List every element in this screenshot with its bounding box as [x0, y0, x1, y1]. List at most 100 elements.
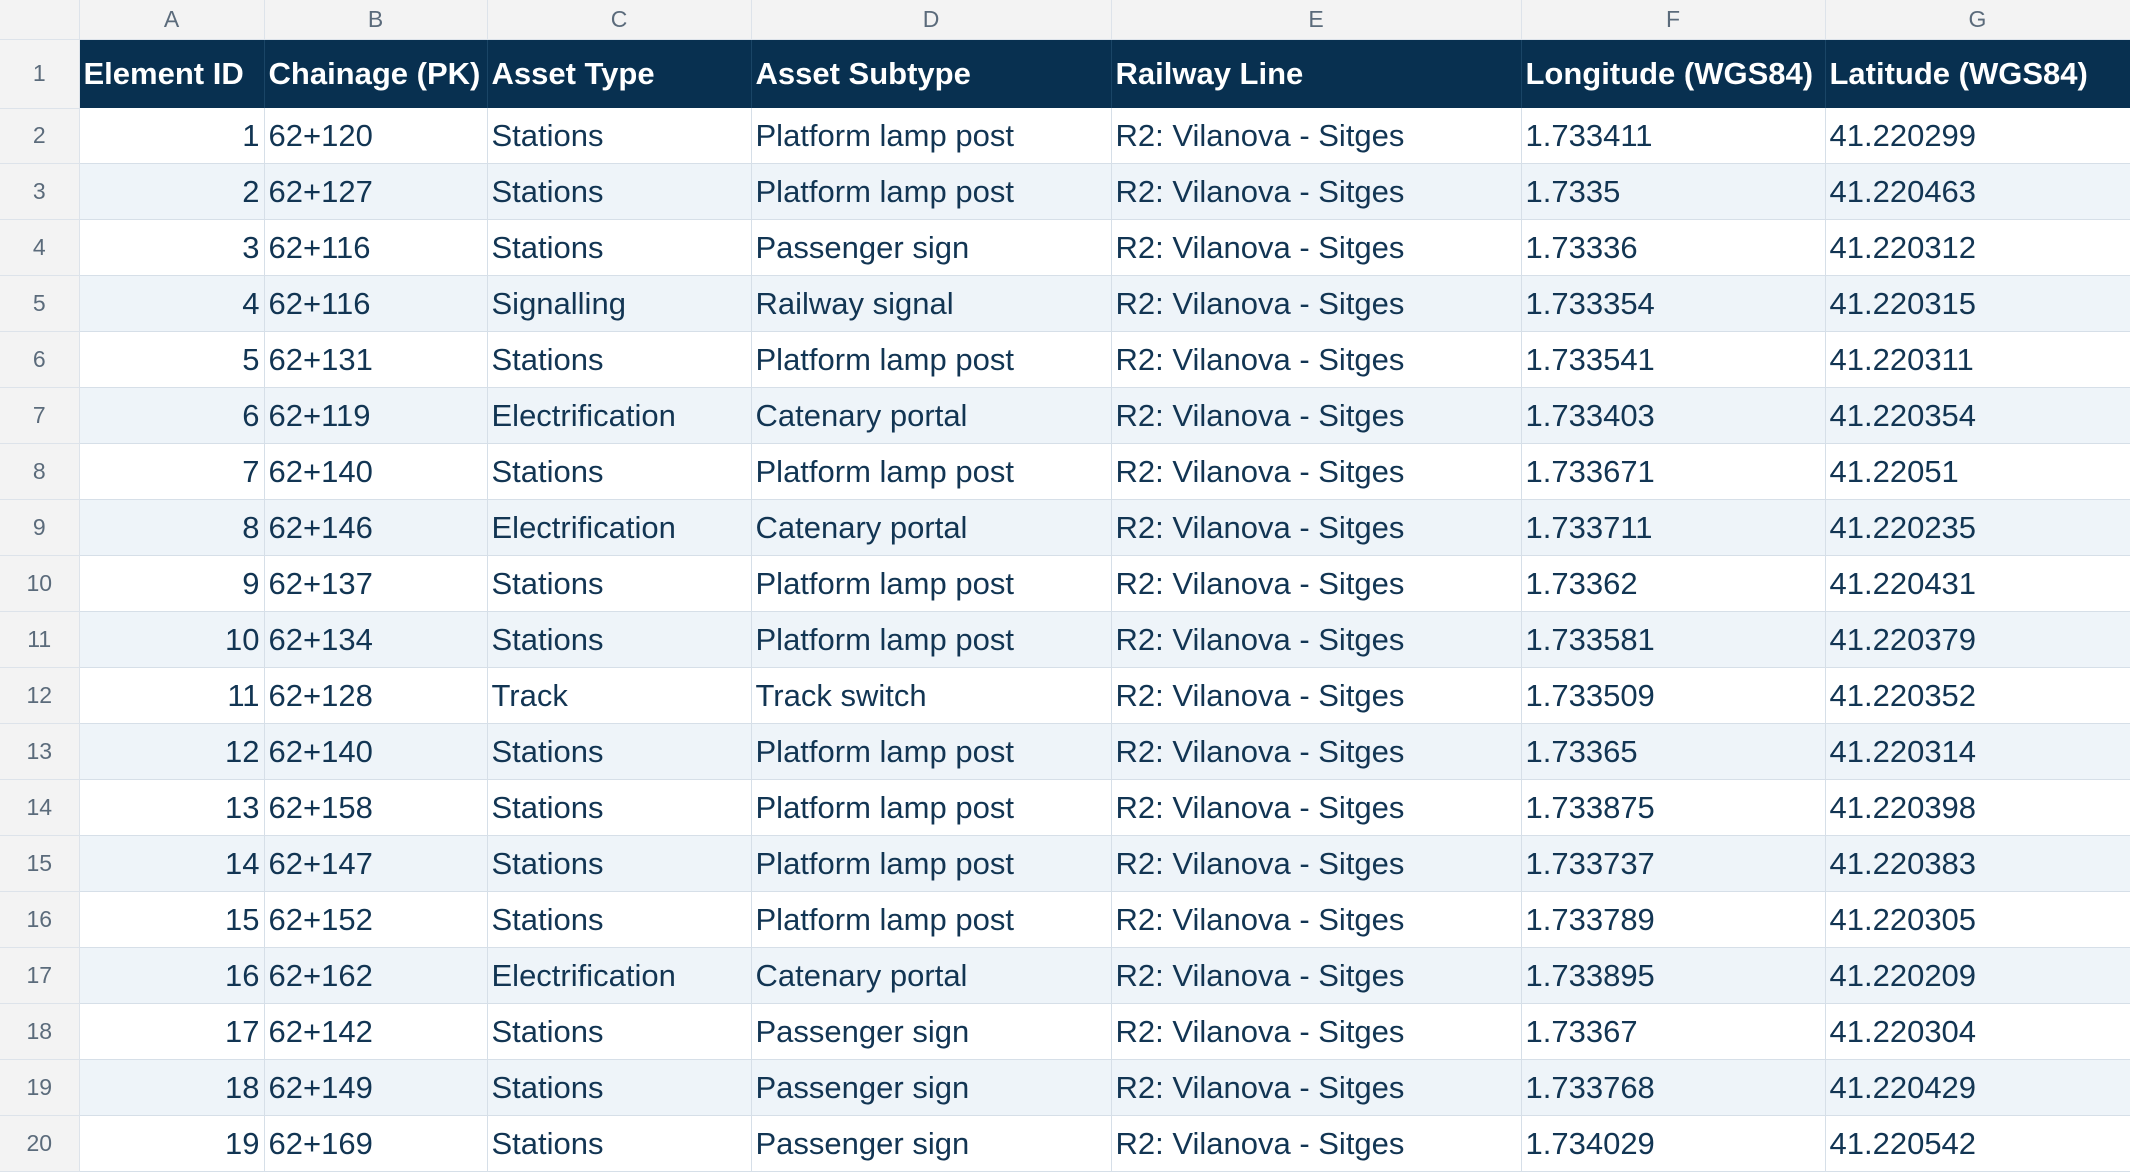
column-header-d[interactable]: D [751, 0, 1112, 40]
cell-asset-type[interactable]: Stations [487, 163, 752, 220]
cell-chainage[interactable]: 62+147 [264, 835, 488, 892]
cell-chainage[interactable]: 62+140 [264, 443, 488, 500]
row-number[interactable]: 2 [0, 108, 80, 164]
cell-element-id[interactable]: 13 [79, 779, 265, 836]
cell-asset-type[interactable]: Electrification [487, 387, 752, 444]
cell-asset-subtype[interactable]: Platform lamp post [751, 891, 1112, 948]
cell-chainage[interactable]: 62+116 [264, 275, 488, 332]
cell-asset-subtype[interactable]: Passenger sign [751, 219, 1112, 276]
cell-asset-subtype[interactable]: Platform lamp post [751, 108, 1112, 164]
row-number[interactable]: 8 [0, 443, 80, 500]
cell-railway-line[interactable]: R2: Vilanova - Sitges [1111, 331, 1522, 388]
cell-latitude[interactable]: 41.220311 [1825, 331, 2130, 388]
row-number[interactable]: 12 [0, 667, 80, 724]
cell-longitude[interactable]: 1.733875 [1521, 779, 1826, 836]
cell-element-id[interactable]: 15 [79, 891, 265, 948]
header-cell-railway-line[interactable]: Railway Line [1111, 39, 1522, 108]
row-number[interactable]: 5 [0, 275, 80, 332]
cell-asset-subtype[interactable]: Platform lamp post [751, 611, 1112, 668]
cell-chainage[interactable]: 62+152 [264, 891, 488, 948]
cell-latitude[interactable]: 41.220304 [1825, 1003, 2130, 1060]
cell-asset-type[interactable]: Stations [487, 723, 752, 780]
cell-railway-line[interactable]: R2: Vilanova - Sitges [1111, 387, 1522, 444]
cell-element-id[interactable]: 4 [79, 275, 265, 332]
header-cell-asset-subtype[interactable]: Asset Subtype [751, 39, 1112, 108]
column-header-b[interactable]: B [264, 0, 488, 40]
cell-latitude[interactable]: 41.220383 [1825, 835, 2130, 892]
cell-asset-type[interactable]: Stations [487, 779, 752, 836]
cell-asset-subtype[interactable]: Platform lamp post [751, 835, 1112, 892]
cell-longitude[interactable]: 1.733737 [1521, 835, 1826, 892]
cell-chainage[interactable]: 62+142 [264, 1003, 488, 1060]
cell-element-id[interactable]: 18 [79, 1059, 265, 1116]
cell-longitude[interactable]: 1.733354 [1521, 275, 1826, 332]
cell-asset-type[interactable]: Track [487, 667, 752, 724]
cell-longitude[interactable]: 1.73365 [1521, 723, 1826, 780]
header-cell-latitude[interactable]: Latitude (WGS84) [1825, 39, 2130, 108]
cell-longitude[interactable]: 1.73336 [1521, 219, 1826, 276]
header-cell-longitude[interactable]: Longitude (WGS84) [1521, 39, 1826, 108]
cell-asset-type[interactable]: Stations [487, 1003, 752, 1060]
row-number[interactable]: 6 [0, 331, 80, 388]
cell-chainage[interactable]: 62+158 [264, 779, 488, 836]
cell-railway-line[interactable]: R2: Vilanova - Sitges [1111, 611, 1522, 668]
cell-asset-type[interactable]: Stations [487, 555, 752, 612]
cell-asset-type[interactable]: Stations [487, 331, 752, 388]
cell-asset-subtype[interactable]: Catenary portal [751, 947, 1112, 1004]
cell-longitude[interactable]: 1.733411 [1521, 108, 1826, 164]
cell-asset-subtype[interactable]: Platform lamp post [751, 163, 1112, 220]
cell-chainage[interactable]: 62+120 [264, 108, 488, 164]
cell-asset-subtype[interactable]: Passenger sign [751, 1003, 1112, 1060]
row-number[interactable]: 17 [0, 947, 80, 1004]
cell-longitude[interactable]: 1.733403 [1521, 387, 1826, 444]
cell-railway-line[interactable]: R2: Vilanova - Sitges [1111, 723, 1522, 780]
cell-asset-type[interactable]: Electrification [487, 947, 752, 1004]
cell-latitude[interactable]: 41.220314 [1825, 723, 2130, 780]
cell-asset-subtype[interactable]: Railway signal [751, 275, 1112, 332]
cell-latitude[interactable]: 41.220315 [1825, 275, 2130, 332]
cell-railway-line[interactable]: R2: Vilanova - Sitges [1111, 1059, 1522, 1116]
cell-latitude[interactable]: 41.220299 [1825, 108, 2130, 164]
cell-element-id[interactable]: 7 [79, 443, 265, 500]
cell-asset-subtype[interactable]: Platform lamp post [751, 779, 1112, 836]
header-cell-asset-type[interactable]: Asset Type [487, 39, 752, 108]
cell-railway-line[interactable]: R2: Vilanova - Sitges [1111, 443, 1522, 500]
cell-chainage[interactable]: 62+128 [264, 667, 488, 724]
cell-element-id[interactable]: 3 [79, 219, 265, 276]
cell-railway-line[interactable]: R2: Vilanova - Sitges [1111, 947, 1522, 1004]
column-header-e[interactable]: E [1111, 0, 1522, 40]
cell-longitude[interactable]: 1.733768 [1521, 1059, 1826, 1116]
select-all-corner[interactable] [0, 0, 80, 40]
cell-railway-line[interactable]: R2: Vilanova - Sitges [1111, 835, 1522, 892]
cell-latitude[interactable]: 41.220398 [1825, 779, 2130, 836]
cell-asset-subtype[interactable]: Track switch [751, 667, 1112, 724]
cell-longitude[interactable]: 1.733895 [1521, 947, 1826, 1004]
cell-chainage[interactable]: 62+162 [264, 947, 488, 1004]
cell-chainage[interactable]: 62+146 [264, 499, 488, 556]
cell-element-id[interactable]: 11 [79, 667, 265, 724]
cell-railway-line[interactable]: R2: Vilanova - Sitges [1111, 891, 1522, 948]
cell-latitude[interactable]: 41.220352 [1825, 667, 2130, 724]
row-number[interactable]: 3 [0, 163, 80, 220]
cell-longitude[interactable]: 1.733671 [1521, 443, 1826, 500]
cell-railway-line[interactable]: R2: Vilanova - Sitges [1111, 1003, 1522, 1060]
cell-element-id[interactable]: 14 [79, 835, 265, 892]
cell-asset-type[interactable]: Stations [487, 443, 752, 500]
header-cell-element-id[interactable]: Element ID [79, 39, 265, 108]
cell-chainage[interactable]: 62+119 [264, 387, 488, 444]
row-number[interactable]: 1 [0, 39, 80, 109]
row-number[interactable]: 13 [0, 723, 80, 780]
cell-latitude[interactable]: 41.220305 [1825, 891, 2130, 948]
cell-chainage[interactable]: 62+131 [264, 331, 488, 388]
cell-element-id[interactable]: 12 [79, 723, 265, 780]
cell-chainage[interactable]: 62+116 [264, 219, 488, 276]
row-number[interactable]: 4 [0, 219, 80, 276]
cell-latitude[interactable]: 41.220431 [1825, 555, 2130, 612]
cell-asset-subtype[interactable]: Platform lamp post [751, 723, 1112, 780]
cell-latitude[interactable]: 41.22051 [1825, 443, 2130, 500]
cell-chainage[interactable]: 62+169 [264, 1115, 488, 1172]
cell-latitude[interactable]: 41.220354 [1825, 387, 2130, 444]
cell-railway-line[interactable]: R2: Vilanova - Sitges [1111, 219, 1522, 276]
cell-element-id[interactable]: 1 [79, 108, 265, 164]
cell-longitude[interactable]: 1.7335 [1521, 163, 1826, 220]
